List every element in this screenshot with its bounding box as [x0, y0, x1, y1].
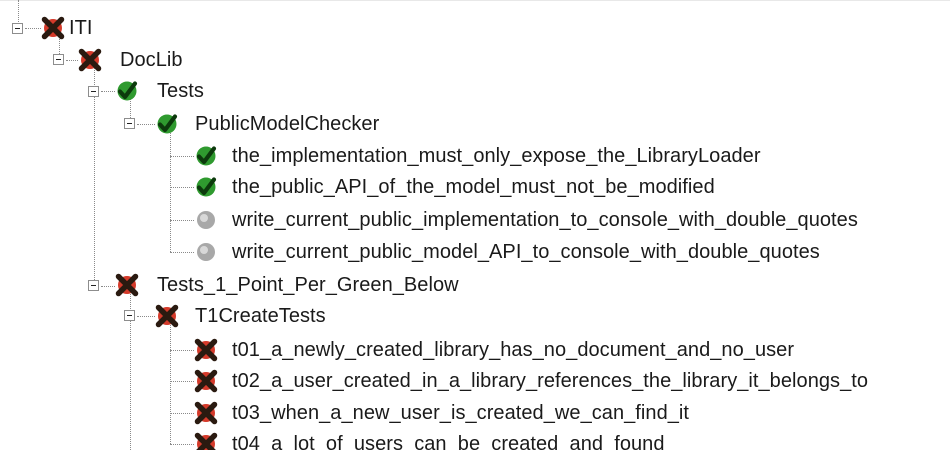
tree-connector	[170, 323, 171, 444]
collapse-toggle[interactable]	[88, 280, 99, 291]
tree-node-label[interactable]: t01_a_newly_created_library_has_no_docum…	[232, 338, 794, 362]
tree-connector	[101, 286, 115, 287]
tree-node-label[interactable]: PublicModelChecker	[195, 112, 379, 136]
tree-node-label[interactable]: write_current_public_model_API_to_consol…	[232, 240, 820, 264]
test-explorer-tree: ITI DocLib Tests PublicModelChecker the_…	[0, 0, 950, 450]
tree-node-label[interactable]: ITI	[69, 16, 92, 40]
failed-x-icon	[194, 401, 218, 425]
passed-check-icon	[196, 177, 217, 197]
tree-connector	[170, 252, 194, 253]
tree-node-label[interactable]: Tests_1_Point_Per_Green_Below	[157, 273, 459, 297]
failed-x-icon	[155, 304, 179, 328]
tree-node-label[interactable]: the_public_API_of_the_model_must_not_be_…	[232, 175, 715, 199]
collapse-toggle[interactable]	[124, 118, 135, 129]
not-run-circle-icon	[197, 211, 215, 229]
failed-x-icon	[41, 16, 65, 40]
collapse-toggle[interactable]	[124, 310, 135, 321]
collapse-toggle[interactable]	[88, 86, 99, 97]
not-run-circle-icon	[197, 243, 215, 261]
tree-node-label[interactable]: T1CreateTests	[195, 304, 326, 328]
passed-check-icon	[196, 146, 217, 166]
top-border	[0, 0, 950, 1]
collapse-toggle[interactable]	[53, 54, 64, 65]
tree-connector	[170, 350, 194, 351]
tree-connector	[170, 156, 194, 157]
tree-connector	[66, 60, 78, 61]
tree-connector	[170, 220, 194, 221]
failed-x-icon	[194, 338, 218, 362]
tree-connector	[170, 187, 194, 188]
failed-x-icon	[78, 48, 102, 72]
tree-node-label[interactable]: DocLib	[120, 48, 183, 72]
tree-connector	[25, 28, 41, 29]
tree-node-label[interactable]: write_current_public_implementation_to_c…	[232, 208, 858, 232]
collapse-toggle[interactable]	[12, 23, 23, 34]
tree-connector	[137, 124, 155, 125]
tree-connector	[94, 97, 95, 286]
passed-check-icon	[157, 114, 178, 134]
tree-connector	[101, 91, 115, 92]
failed-x-icon	[115, 273, 139, 297]
tree-node-label[interactable]: t04_a_lot_of_users_can_be_created_and_fo…	[232, 432, 665, 450]
tree-connector	[170, 413, 194, 414]
tree-connector	[130, 321, 131, 450]
tree-connector	[170, 129, 171, 252]
tree-connector	[137, 316, 155, 317]
tree-connector	[170, 444, 194, 445]
tree-node-label[interactable]: the_implementation_must_only_expose_the_…	[232, 144, 761, 168]
passed-check-icon	[117, 81, 138, 101]
failed-x-icon	[194, 432, 218, 450]
tree-node-label[interactable]: Tests	[157, 79, 204, 103]
failed-x-icon	[194, 369, 218, 393]
tree-node-label[interactable]: t02_a_user_created_in_a_library_referenc…	[232, 369, 868, 393]
tree-node-label[interactable]: t03_when_a_new_user_is_created_we_can_fi…	[232, 401, 689, 425]
tree-connector	[170, 381, 194, 382]
